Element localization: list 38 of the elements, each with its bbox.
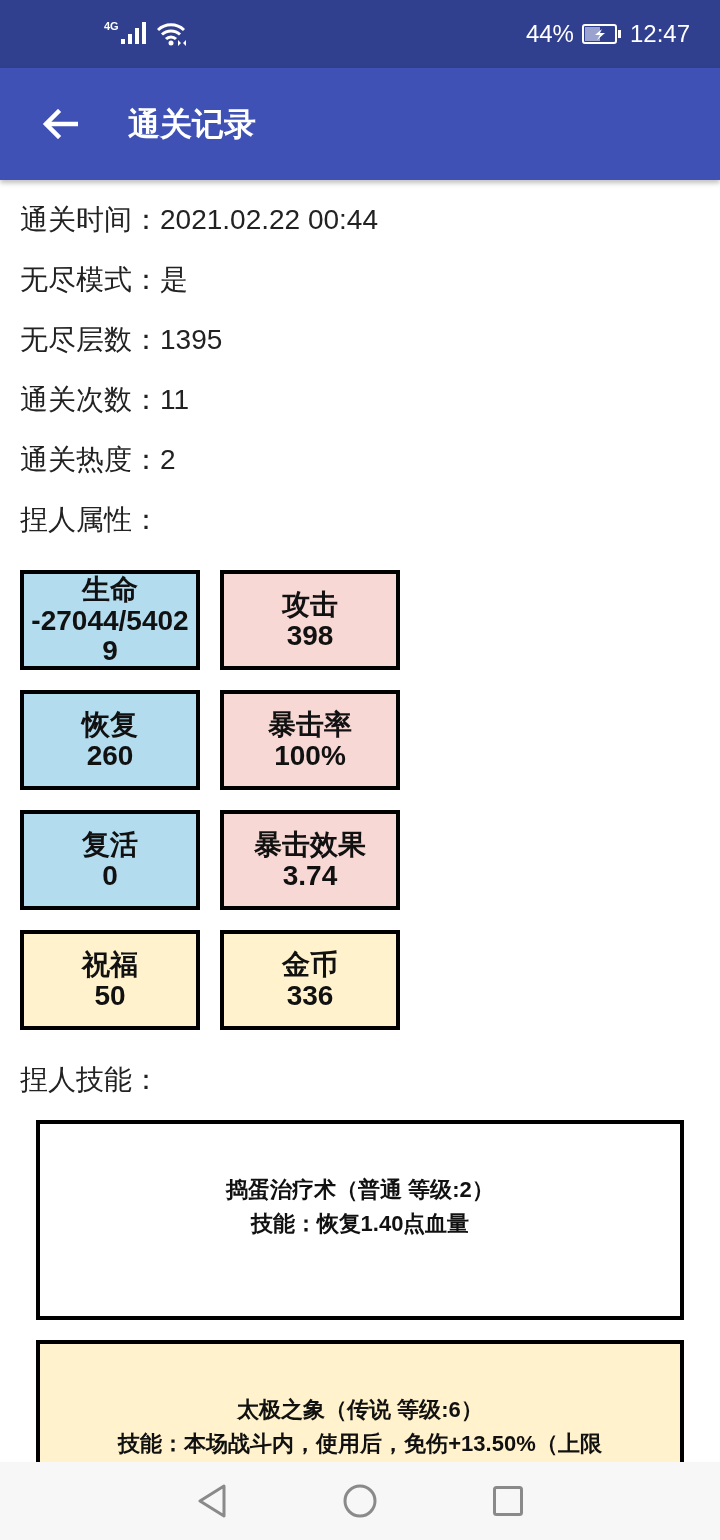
recents-icon[interactable] [493,1486,523,1516]
stat-label: 恢复 [82,709,138,740]
stat-label: 金币 [282,949,338,980]
back-icon[interactable] [42,109,78,139]
nav-back-icon[interactable] [197,1484,227,1518]
stat-label: 暴击效果 [254,829,366,860]
stat-label: 暴击率 [268,709,352,740]
stat-value: 3.74 [281,860,339,891]
wifi-icon [156,22,187,46]
stat-value: 100% [273,740,347,771]
stat-value: 260 [85,740,135,771]
skill-description: 技能：本场战斗内，使用后，免伤+13.50%（上限 [118,1430,602,1458]
stat-value: -27044/54029 [30,605,190,666]
stat-value: 50 [93,980,127,1011]
stat-label: 攻击 [282,589,338,620]
stat-label: 祝福 [82,949,138,980]
section-heading: 捏人属性： [19,503,161,537]
skill-description: 技能：恢复1.40点血量 [250,1210,470,1238]
clock-time: 12:47 [629,20,690,48]
stat-label: 复活 [82,829,138,860]
skill-title: 太极之象（传说 等级:6） [237,1396,483,1424]
record-row-text: 无尽层数：1395 [19,323,224,357]
home-icon[interactable] [343,1484,377,1518]
network-label: 4G [104,20,119,32]
stat-value: 0 [101,860,119,891]
skill-title: 捣蛋治疗术（普通 等级:2） [226,1176,494,1204]
record-row-text: 通关热度：2 [19,443,177,477]
page-title: 通关记录 [128,105,256,144]
record-row-text: 通关时间：2021.02.22 00:44 [19,203,379,237]
stat-value: 336 [285,980,335,1011]
stat-value: 398 [285,620,335,651]
record-row-text: 通关次数：11 [19,383,191,417]
signal-icon [120,22,147,44]
battery-icon [581,24,622,44]
stat-label: 生命 [82,574,138,605]
record-row-text: 无尽模式：是 [19,263,189,297]
battery-percent: 44% [525,20,574,48]
section-heading: 捏人技能： [19,1063,161,1097]
